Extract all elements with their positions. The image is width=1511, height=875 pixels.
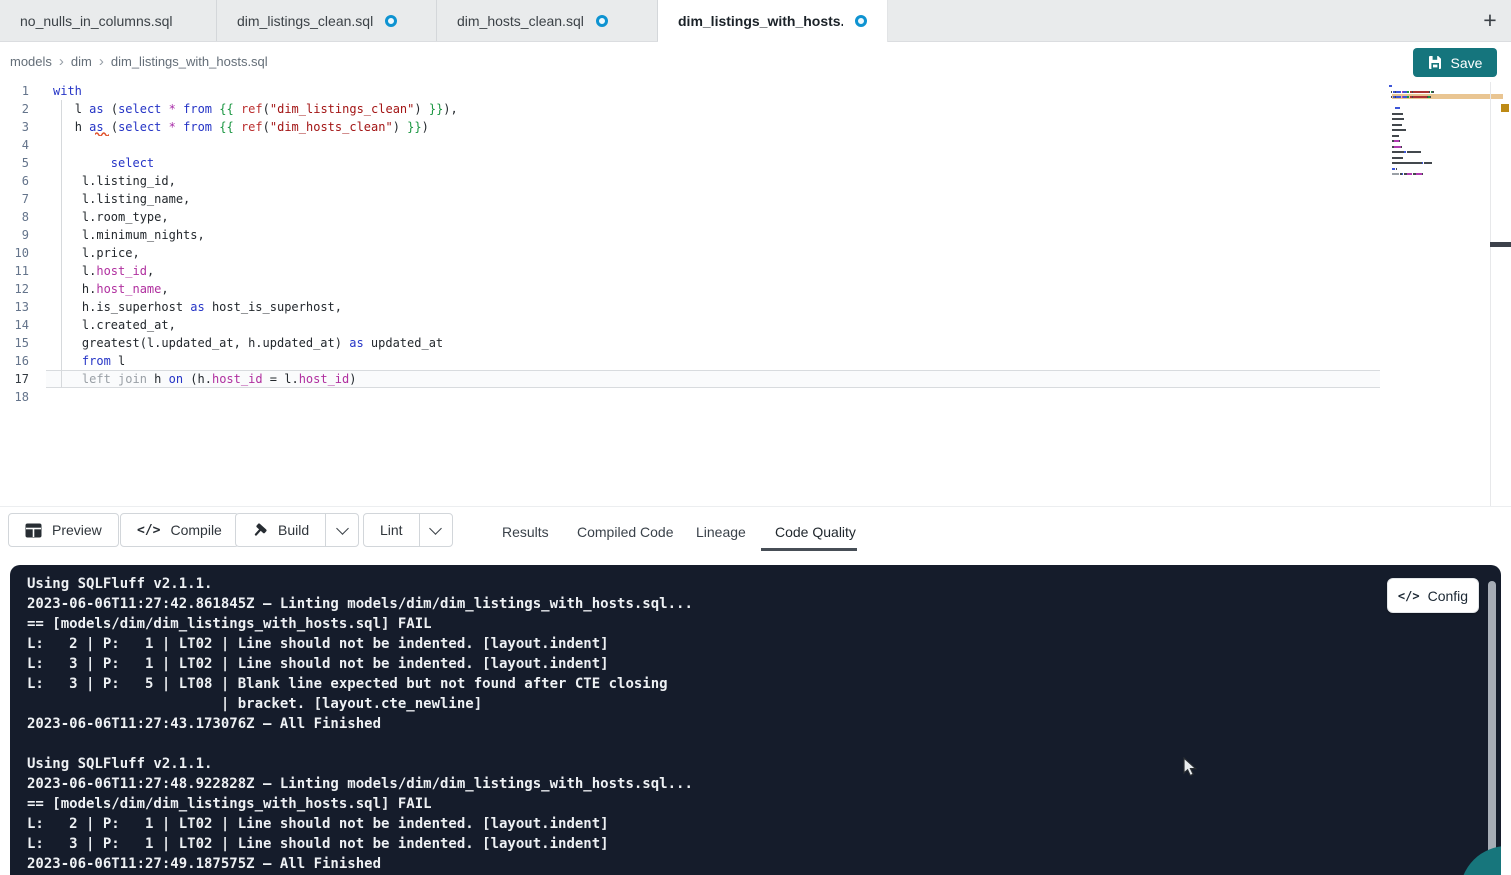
code-icon — [137, 523, 160, 538]
chevron-right-icon — [59, 53, 64, 70]
build-button-group: Build — [235, 513, 359, 547]
preview-button[interactable]: Preview — [9, 514, 118, 546]
line-number: 4 — [0, 136, 29, 154]
line-number: 6 — [0, 172, 29, 190]
action-toolbar: Preview Compile Build — [0, 506, 1511, 557]
tab-results[interactable]: Results — [496, 523, 555, 541]
tab-label: dim_listings_with_hosts.sql — [678, 13, 843, 29]
modified-dot-icon — [855, 15, 867, 27]
lint-marker-icon — [1501, 104, 1509, 112]
floppy-disk-icon — [1428, 55, 1443, 70]
compile-button[interactable]: Compile — [121, 514, 238, 546]
line-number: 3 — [0, 118, 29, 136]
config-label: Config — [1428, 588, 1468, 604]
code-text: h.host_name, — [53, 280, 169, 298]
hammer-icon — [252, 522, 268, 538]
tab-label: no_nulls_in_columns.sql — [20, 13, 173, 29]
line-number: 14 — [0, 316, 29, 334]
active-tab-underline — [761, 548, 857, 551]
editor-header: models dim dim_listings_with_hosts.sql S… — [0, 41, 1511, 82]
lint-button-group: Lint — [363, 513, 453, 547]
file-tab-dim-listings-clean[interactable]: dim_listings_clean.sql — [217, 0, 437, 41]
line-number: 15 — [0, 334, 29, 352]
table-icon — [25, 523, 42, 538]
code-text: l.host_id, — [53, 262, 154, 280]
tab-compiled-code[interactable]: Compiled Code — [571, 523, 680, 541]
new-tab-button[interactable]: + — [1475, 5, 1505, 35]
lint-button[interactable]: Lint — [364, 514, 419, 546]
line-number: 11 — [0, 262, 29, 280]
file-tab-bar: no_nulls_in_columns.sql dim_listings_cle… — [0, 0, 1511, 42]
tab-lineage[interactable]: Lineage — [690, 523, 752, 541]
file-tab-dim-listings-with-hosts[interactable]: dim_listings_with_hosts.sql — [658, 0, 888, 42]
config-button[interactable]: Config — [1387, 578, 1479, 613]
save-label: Save — [1451, 55, 1483, 71]
code-text: h as (select * from {{ ref("dim_hosts_cl… — [53, 118, 429, 136]
preview-label: Preview — [52, 522, 102, 538]
code-text: h.is_superhost as host_is_superhost, — [53, 298, 342, 316]
line-number: 2 — [0, 100, 29, 118]
build-button[interactable]: Build — [236, 514, 325, 546]
line-number: 13 — [0, 298, 29, 316]
code-text: l.price, — [53, 244, 140, 262]
mouse-cursor-icon — [1183, 757, 1198, 778]
line-number: 17 — [0, 370, 29, 388]
scroll-gutter-divider — [1490, 82, 1491, 506]
line-number: 18 — [0, 388, 29, 406]
line-number: 5 — [0, 154, 29, 172]
chevron-down-icon — [336, 522, 349, 535]
minimap[interactable] — [1389, 85, 1465, 193]
breadcrumb-models[interactable]: models — [10, 54, 52, 69]
code-text: l.minimum_nights, — [53, 226, 205, 244]
code-text: greatest(l.updated_at, h.updated_at) as … — [53, 334, 443, 352]
code-text: from l — [53, 352, 125, 370]
code-editor[interactable]: 1 with 2 l as (select * from {{ ref("dim_l… — [0, 82, 1511, 506]
breadcrumb-file[interactable]: dim_listings_with_hosts.sql — [111, 54, 268, 69]
code-text: l as (select * from {{ ref("dim_listings… — [53, 100, 458, 118]
build-label: Build — [278, 522, 309, 538]
line-number: 9 — [0, 226, 29, 244]
editor-scroll-marker[interactable] — [1490, 242, 1511, 247]
terminal-panel: Using SQLFluff v2.1.1. 2023-06-06T11:27:… — [10, 565, 1501, 875]
file-tab-dim-hosts-clean[interactable]: dim_hosts_clean.sql — [437, 0, 658, 41]
tab-label: dim_hosts_clean.sql — [457, 13, 584, 29]
code-text: l.listing_name, — [53, 190, 190, 208]
modified-dot-icon — [385, 15, 397, 27]
code-text: with — [53, 82, 82, 100]
code-text: l.created_at, — [53, 316, 176, 334]
code-text: select — [53, 154, 154, 172]
modified-dot-icon — [596, 15, 608, 27]
line-number: 10 — [0, 244, 29, 262]
breadcrumb: models dim dim_listings_with_hosts.sql — [10, 41, 268, 82]
code-text: left join h on (h.host_id = l.host_id) — [53, 370, 357, 388]
preview-button-group: Preview — [8, 513, 119, 547]
build-dropdown-button[interactable] — [325, 514, 358, 546]
line-number: 16 — [0, 352, 29, 370]
code-icon — [1398, 589, 1420, 603]
line-number: 7 — [0, 190, 29, 208]
compile-button-group: Compile — [120, 513, 239, 547]
chevron-down-icon — [429, 522, 442, 535]
breadcrumb-dim[interactable]: dim — [71, 54, 92, 69]
lint-label: Lint — [380, 522, 403, 538]
line-number: 8 — [0, 208, 29, 226]
file-tab-no-nulls[interactable]: no_nulls_in_columns.sql — [0, 0, 217, 41]
chevron-right-icon — [99, 53, 104, 70]
tab-label: dim_listings_clean.sql — [237, 13, 373, 29]
terminal-output: Using SQLFluff v2.1.1. 2023-06-06T11:27:… — [27, 574, 693, 874]
tab-code-quality[interactable]: Code Quality — [769, 523, 862, 541]
line-number: 1 — [0, 82, 29, 100]
dbt-cloud-ide: no_nulls_in_columns.sql dim_listings_cle… — [0, 0, 1511, 875]
help-button[interactable] — [1460, 846, 1501, 875]
compile-label: Compile — [170, 522, 221, 538]
code-text: l.room_type, — [53, 208, 169, 226]
lint-squiggle — [95, 131, 109, 136]
lint-dropdown-button[interactable] — [419, 514, 452, 546]
code-text: l.listing_id, — [53, 172, 176, 190]
line-number: 12 — [0, 280, 29, 298]
terminal-scrollbar[interactable] — [1488, 581, 1496, 859]
save-button[interactable]: Save — [1413, 48, 1497, 77]
